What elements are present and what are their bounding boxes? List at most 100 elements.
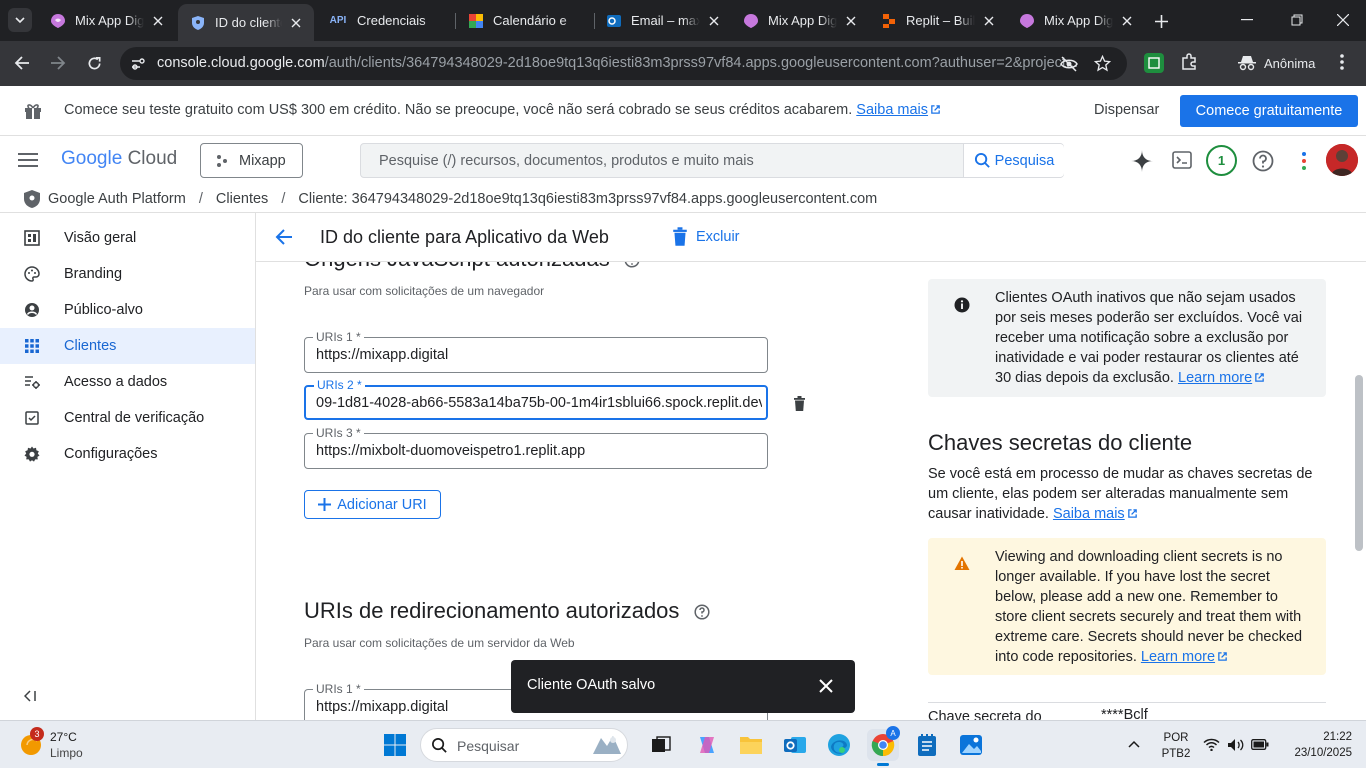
site-info-icon[interactable] [130, 56, 146, 72]
sidebar-item-verification[interactable]: Central de verificação [0, 400, 255, 436]
avatar[interactable] [1326, 144, 1358, 176]
browser-tab-active[interactable]: ID do cliente [178, 4, 314, 41]
eye-off-icon[interactable] [1060, 55, 1078, 73]
origin-uri-field-2[interactable]: URIs 2 * 09-1d81-4028-ab66-5583a14ba75b-… [304, 378, 768, 420]
menu-button[interactable] [18, 152, 38, 168]
google-cloud-logo[interactable]: Google Cloud [61, 148, 177, 170]
language-indicator[interactable]: POR PTB2 [1160, 730, 1192, 762]
dismiss-button[interactable]: Dispensar [1094, 102, 1159, 118]
sidebar-item-settings[interactable]: Configurações [0, 436, 255, 472]
project-picker[interactable]: Mixapp [200, 143, 303, 178]
back-button[interactable] [275, 228, 293, 246]
wifi-icon[interactable] [1203, 738, 1220, 751]
snackbar-close-button[interactable] [819, 679, 833, 693]
volume-icon[interactable] [1227, 738, 1245, 752]
sidebar-item-clients[interactable]: Clientes [0, 328, 255, 364]
secret-row-divider [928, 702, 1326, 703]
help-icon[interactable] [624, 262, 640, 268]
clock[interactable]: 21:22 23/10/2025 [1278, 729, 1352, 761]
file-explorer-icon[interactable] [735, 729, 767, 761]
collapse-sidebar-button[interactable] [24, 690, 38, 702]
close-icon[interactable] [288, 15, 304, 31]
cloud-shell-icon[interactable] [1172, 151, 1192, 169]
help-icon[interactable] [1252, 150, 1274, 172]
taskbar-search[interactable]: Pesquisar [420, 728, 628, 762]
client-secrets-description: Se você está em processo de mudar as cha… [928, 466, 1313, 522]
breadcrumb-separator: / [281, 191, 286, 207]
close-icon[interactable] [981, 13, 997, 29]
browser-tab[interactable]: Mix App Digital [1007, 5, 1145, 36]
start-free-button[interactable]: Comece gratuitamente [1180, 95, 1358, 127]
bookmark-star-icon[interactable] [1094, 55, 1111, 72]
search-icon [974, 152, 990, 168]
minimize-button[interactable] [1232, 10, 1262, 30]
back-button[interactable] [10, 51, 34, 75]
sidebar-item-branding[interactable]: Branding [0, 256, 255, 292]
breadcrumb-clients[interactable]: Clientes [216, 191, 268, 207]
more-options-icon[interactable] [1298, 150, 1310, 172]
banner-learn-more-link[interactable]: Saiba mais [856, 102, 928, 118]
browser-tab[interactable]: Replit – Build [869, 5, 1007, 36]
show-hidden-icons[interactable] [1128, 740, 1140, 748]
close-icon[interactable] [843, 13, 859, 29]
edge-icon[interactable] [823, 729, 855, 761]
delete-uri-button[interactable] [793, 396, 806, 411]
notification-count: 1 [1217, 153, 1226, 168]
secrets-learn-more-link[interactable]: Saiba mais [1053, 506, 1125, 522]
search-icon [432, 738, 447, 753]
chrome-icon[interactable]: A [867, 726, 900, 766]
photos-icon[interactable] [955, 729, 987, 761]
sidebar-item-audience[interactable]: Público-alvo [0, 292, 255, 328]
sidebar-item-data-access[interactable]: Acesso a dados [0, 364, 255, 400]
outlook-icon[interactable] [779, 729, 811, 761]
copilot-icon[interactable] [691, 729, 723, 761]
reload-button[interactable] [82, 51, 106, 75]
search-button[interactable]: Pesquisa [963, 144, 1064, 177]
close-icon [1337, 14, 1349, 26]
browser-tab[interactable]: Mix App Digital [38, 5, 176, 36]
forward-button[interactable] [46, 51, 70, 75]
page-scrollbar[interactable] [1355, 375, 1363, 551]
origin-uri-field-3[interactable]: URIs 3 * https://mixbolt-duomoveispetro1… [304, 426, 768, 469]
shield-icon [23, 189, 41, 209]
notification-badge[interactable]: 1 [1206, 145, 1237, 176]
browser-tab[interactable]: Email – max [594, 5, 732, 36]
address-bar[interactable]: console.cloud.google.com/auth/clients/36… [120, 47, 1127, 80]
browser-tab[interactable]: Mix App Digital [731, 5, 869, 36]
search-input[interactable]: Pesquise (/) recursos, documentos, produ… [379, 153, 754, 169]
origin-uri-field-1[interactable]: URIs 1 * https://mixapp.digital [304, 330, 768, 373]
restore-button[interactable] [1282, 10, 1312, 30]
new-tab-button[interactable] [1150, 10, 1172, 32]
delete-client-button[interactable]: Excluir [672, 227, 740, 246]
puzzle-icon[interactable] [1180, 53, 1198, 71]
extension-icon[interactable] [1144, 53, 1164, 73]
browser-tab[interactable]: Calendário e [456, 5, 594, 36]
start-button[interactable] [379, 729, 411, 761]
tab-search-button[interactable] [8, 8, 32, 32]
field-value[interactable]: https://mixbolt-duomoveispetro1.replit.a… [316, 443, 762, 459]
close-icon[interactable] [706, 13, 722, 29]
taskbar-search-placeholder: Pesquisar [457, 738, 520, 754]
weather-widget[interactable]: 3 27°C Limpo [18, 727, 128, 761]
snackbar: Cliente OAuth salvo [511, 660, 855, 713]
field-value[interactable]: https://mixapp.digital [316, 347, 762, 363]
learn-more-link[interactable]: Learn more [1178, 370, 1252, 386]
breadcrumb-auth-platform[interactable]: Google Auth Platform [48, 191, 186, 207]
close-icon[interactable] [1119, 13, 1135, 29]
notepad-icon[interactable] [911, 729, 943, 761]
sidebar-item-overview[interactable]: Visão geral [0, 220, 255, 256]
incognito-profile-button[interactable]: Anônima [1228, 48, 1325, 78]
console-search[interactable]: Pesquise (/) recursos, documentos, produ… [360, 143, 1064, 178]
chrome-menu-button[interactable] [1334, 53, 1350, 71]
field-value[interactable]: 09-1d81-4028-ab66-5583a14ba75b-00-1m4ir1… [316, 395, 762, 411]
close-icon[interactable] [150, 13, 166, 29]
browser-tab[interactable]: API Credenciais [316, 5, 454, 36]
add-uri-button[interactable]: Adicionar URI [304, 490, 441, 519]
task-view-icon[interactable] [645, 729, 677, 761]
gemini-icon[interactable] [1130, 149, 1154, 173]
clock-time: 21:22 [1323, 731, 1352, 743]
warning-learn-more-link[interactable]: Learn more [1141, 649, 1215, 665]
window-close-button[interactable] [1328, 10, 1358, 30]
battery-icon[interactable] [1251, 739, 1269, 750]
help-icon[interactable] [693, 604, 710, 620]
